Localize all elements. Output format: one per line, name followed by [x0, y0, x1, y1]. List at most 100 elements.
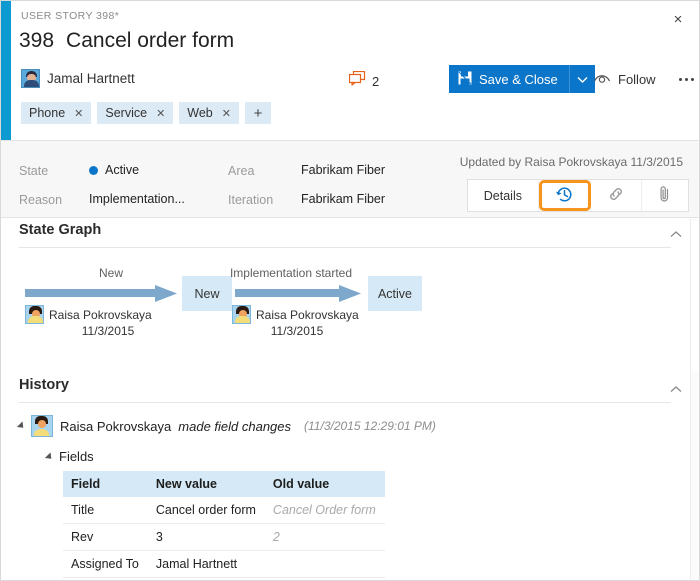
add-tag-button[interactable]: +	[245, 102, 271, 124]
transition-label: New	[41, 266, 181, 280]
form-tab-strip: Details	[467, 179, 689, 212]
tag-remove-icon[interactable]: ✕	[74, 107, 83, 120]
tags-row: Phone ✕ Service ✕ Web ✕ +	[21, 102, 271, 124]
work-item-id: 398	[19, 29, 54, 53]
save-and-close-group: Save & Close	[449, 65, 595, 93]
cell-old-value	[265, 551, 385, 578]
tag-chip[interactable]: Phone ✕	[21, 102, 91, 124]
avatar	[232, 305, 251, 324]
tag-label: Web	[187, 106, 212, 120]
assigned-to: Jamal Hartnett	[21, 69, 135, 88]
expander-triangle-icon[interactable]	[45, 452, 54, 461]
cell-new-value: 3	[148, 524, 265, 551]
iteration-label: Iteration	[228, 193, 273, 207]
history-icon	[555, 185, 574, 207]
field-changes-table: Field New value Old value Title Cancel o…	[63, 471, 385, 578]
discussion-count: 2	[372, 74, 379, 89]
state-graph-title: State Graph	[19, 222, 101, 238]
tab-details-label: Details	[484, 189, 522, 203]
tag-chip[interactable]: Service ✕	[97, 102, 173, 124]
tab-details[interactable]: Details	[468, 180, 539, 211]
attachment-icon	[658, 185, 672, 206]
updated-by-text: Updated by Raisa Pokrovskaya 11/3/2015	[460, 155, 683, 169]
transition-author-name: Raisa Pokrovskaya	[256, 308, 359, 322]
discussion-icon	[349, 71, 366, 91]
tab-history[interactable]	[539, 180, 591, 211]
table-header-row: Field New value Old value	[63, 471, 385, 497]
ellipsis-icon	[679, 78, 694, 81]
tag-remove-icon[interactable]: ✕	[156, 107, 165, 120]
assignee-name[interactable]: Jamal Hartnett	[47, 71, 135, 86]
avatar	[25, 305, 44, 324]
transition-label: Implementation started	[211, 266, 371, 280]
tab-attachments[interactable]	[642, 180, 688, 211]
tag-chip[interactable]: Web ✕	[179, 102, 239, 124]
save-button-label: Save & Close	[479, 72, 558, 87]
follow-button-label: Follow	[618, 72, 656, 87]
discussion-count-button[interactable]: 2	[349, 71, 379, 91]
transition-author: Raisa Pokrovskaya	[25, 305, 152, 324]
area-value[interactable]: Fabrikam Fiber	[301, 163, 385, 177]
history-title: History	[19, 377, 69, 393]
state-label: State	[19, 164, 48, 178]
state-color-dot	[89, 166, 98, 175]
table-row: Rev 3 2	[63, 524, 385, 551]
cell-new-value: Jamal Hartnett	[148, 551, 265, 578]
breadcrumb: USER STORY 398*	[21, 10, 119, 22]
eye-icon	[593, 72, 611, 87]
state-node-active: Active	[368, 276, 422, 311]
avatar	[21, 69, 40, 88]
column-header-field: Field	[63, 471, 148, 497]
tab-links[interactable]	[591, 180, 642, 211]
history-timestamp: (11/3/2015 12:29:01 PM)	[304, 419, 436, 433]
work-item-type-accent-bar	[1, 1, 11, 140]
state-graph-divider	[19, 247, 671, 248]
link-icon	[607, 185, 625, 206]
cell-old-value: 2	[265, 524, 385, 551]
avatar	[31, 415, 53, 437]
fields-group-toggle[interactable]: Fields	[47, 449, 94, 464]
follow-button[interactable]: Follow	[593, 65, 656, 93]
state-value-text: Active	[105, 163, 139, 177]
history-entry: Raisa Pokrovskaya made field changes (11…	[19, 415, 436, 437]
vertical-scrollbar-thumb[interactable]	[691, 221, 698, 371]
tag-label: Service	[105, 106, 147, 120]
work-item-form-window: USER STORY 398* 398 Cancel order form × …	[0, 0, 700, 581]
table-row: Assigned To Jamal Hartnett	[63, 551, 385, 578]
column-header-old-value: Old value	[265, 471, 385, 497]
page-title: 398 Cancel order form	[19, 29, 234, 53]
history-collapse-chevron-up-icon[interactable]	[669, 385, 683, 399]
save-button[interactable]: Save & Close	[449, 65, 569, 93]
transition-arrow	[25, 285, 177, 307]
history-divider	[19, 402, 671, 403]
iteration-value[interactable]: Fabrikam Fiber	[301, 192, 385, 206]
transition-author-name: Raisa Pokrovskaya	[49, 308, 152, 322]
cell-new-value: Cancel order form	[148, 497, 265, 524]
cell-field: Rev	[63, 524, 148, 551]
reason-label: Reason	[19, 193, 62, 207]
transition-date: 11/3/2015	[232, 324, 362, 338]
state-graph-collapse-chevron-up-icon[interactable]	[669, 230, 683, 244]
work-item-title[interactable]: Cancel order form	[66, 29, 234, 53]
expander-triangle-icon[interactable]	[17, 421, 26, 430]
cell-field: Title	[63, 497, 148, 524]
reason-value[interactable]: Implementation...	[89, 192, 185, 206]
transition-date: 11/3/2015	[41, 324, 175, 338]
chevron-down-icon[interactable]	[569, 65, 595, 93]
cell-old-value: Cancel Order form	[265, 497, 385, 524]
area-label: Area	[228, 164, 254, 178]
tag-remove-icon[interactable]: ✕	[222, 107, 231, 120]
state-value[interactable]: Active	[89, 163, 139, 177]
history-action: made field changes	[178, 419, 291, 434]
save-icon	[458, 71, 472, 88]
transition-arrow	[235, 285, 361, 307]
transition-author: Raisa Pokrovskaya	[232, 305, 359, 324]
work-item-header: USER STORY 398* 398 Cancel order form × …	[11, 1, 699, 140]
tag-label: Phone	[29, 106, 65, 120]
state-node-new: New	[182, 276, 232, 311]
cell-field: Assigned To	[63, 551, 148, 578]
history-author[interactable]: Raisa Pokrovskaya	[60, 419, 171, 434]
more-actions-button[interactable]	[673, 65, 699, 93]
close-icon[interactable]: ×	[666, 7, 690, 31]
fields-group-label: Fields	[59, 449, 94, 464]
